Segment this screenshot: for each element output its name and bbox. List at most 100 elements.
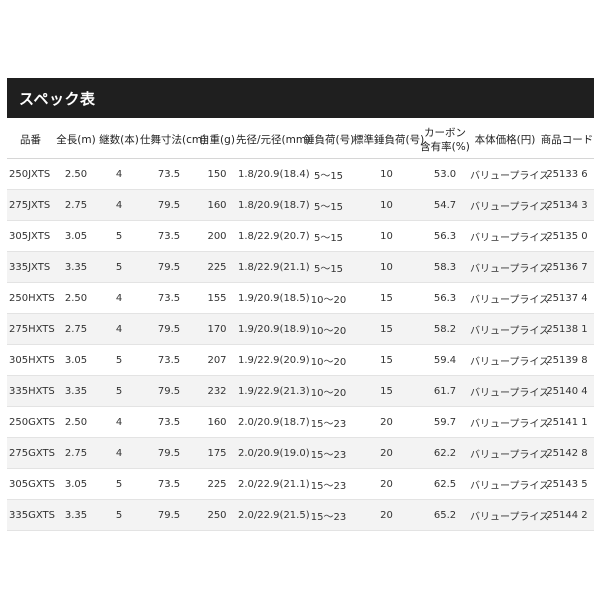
header-carbon-line2: 含有率(%) [420,141,470,153]
cell-price: バリュープライス [470,406,549,438]
cell-sinker-load: 5～15 [304,220,353,252]
cell-model: 275GXTS [7,437,55,469]
cell-length: 2.75 [54,437,98,469]
cell-carbon-content: 56.3 [420,220,470,252]
cell-tip-butt-diameter: 1.8/22.9(21.1) [236,251,310,283]
header-standard-sinker-load: 標準錘負荷(号) [353,122,424,159]
cell-length: 3.35 [54,251,98,283]
cell-carbon-content: 58.2 [420,313,470,345]
cell-weight: 150 [198,158,236,190]
cell-standard-sinker-load: 10 [353,251,420,283]
cell-closed-length: 79.5 [140,499,198,531]
cell-price: バリュープライス [470,344,549,376]
cell-carbon-content: 61.7 [420,375,470,407]
cell-model: 335GXTS [7,499,55,531]
cell-standard-sinker-load: 15 [353,375,420,407]
spec-table-body: 250JXTS 2.50 4 73.5 150 1.8/20.9(18.4) 5～15 10 5… [7,158,594,531]
cell-weight: 160 [198,406,236,438]
cell-sections: 4 [98,158,140,190]
table-row: 250GXTS 2.50 4 73.5 160 2.0/20.9(18.7) 15～23 20… [7,406,594,438]
cell-sinker-load: 10～20 [304,313,353,345]
cell-sinker-load: 15～23 [304,468,353,500]
table-row: 335GXTS 3.35 5 79.5 250 2.0/22.9(21.5) 15～23 20… [7,499,594,531]
cell-product-code: 25141 1 [540,406,594,438]
cell-price: バリュープライス [470,251,549,283]
cell-closed-length: 79.5 [140,189,198,221]
table-row: 275JXTS 2.75 4 79.5 160 1.8/20.9(18.7) 5～15 10 5… [7,189,594,221]
cell-carbon-content: 65.2 [420,499,470,531]
cell-standard-sinker-load: 20 [353,437,420,469]
cell-tip-butt-diameter: 1.9/20.9(18.9) [236,313,310,345]
cell-product-code: 25138 1 [540,313,594,345]
cell-product-code: 25137 4 [540,282,594,314]
cell-model: 275HXTS [7,313,55,345]
cell-closed-length: 73.5 [140,282,198,314]
cell-sections: 5 [98,375,140,407]
cell-length: 3.35 [54,499,98,531]
cell-product-code: 25139 8 [540,344,594,376]
table-row: 305GXTS 3.05 5 73.5 225 2.0/22.9(21.1) 15～23 20… [7,468,594,500]
header-carbon-line1: カーボン [424,127,466,139]
cell-carbon-content: 56.3 [420,282,470,314]
header-closed-length: 仕舞寸法(cm) [140,122,206,159]
header-sinker-load: 錘負荷(号) [304,122,354,159]
cell-closed-length: 79.5 [140,437,198,469]
table-row: 305HXTS 3.05 5 73.5 207 1.9/22.9(20.9) 10～20 15… [7,344,594,376]
cell-product-code: 25144 2 [540,499,594,531]
cell-weight: 250 [198,499,236,531]
cell-sinker-load: 5～15 [304,251,353,283]
cell-model: 250GXTS [7,406,55,438]
cell-product-code: 25140 4 [540,375,594,407]
cell-model: 305JXTS [7,220,54,252]
cell-standard-sinker-load: 20 [353,406,420,438]
cell-product-code: 25134 3 [540,189,594,221]
table-row: 250HXTS 2.50 4 73.5 155 1.9/20.9(18.5) 10～20 15… [7,282,594,314]
cell-tip-butt-diameter: 1.8/22.9(20.7) [236,220,310,252]
cell-product-code: 25135 0 [540,220,594,252]
header-product-code: 商品コード [540,122,594,159]
cell-price: バリュープライス [470,437,549,469]
cell-tip-butt-diameter: 1.9/20.9(18.5) [236,282,310,314]
cell-length: 2.50 [54,282,98,314]
cell-weight: 225 [198,468,236,500]
spec-table-title-text: スペック表 [19,89,96,108]
cell-closed-length: 73.5 [140,158,198,190]
cell-sections: 4 [98,437,140,469]
cell-model: 305GXTS [7,468,55,500]
cell-price: バリュープライス [470,499,549,531]
cell-carbon-content: 58.3 [420,251,470,283]
cell-tip-butt-diameter: 2.0/20.9(18.7) [236,406,310,438]
table-row: 275GXTS 2.75 4 79.5 175 2.0/20.9(19.0) 15～23 20… [7,437,594,469]
cell-weight: 175 [198,437,236,469]
cell-price: バリュープライス [470,313,549,345]
spec-table-title: スペック表 [7,78,594,118]
cell-tip-butt-diameter: 1.9/22.9(20.9) [236,344,310,376]
table-row: 250JXTS 2.50 4 73.5 150 1.8/20.9(18.4) 5～15 10 5… [7,158,594,190]
header-sections: 継数(本) [98,122,140,159]
table-row: 305JXTS 3.05 5 73.5 200 1.8/22.9(20.7) 5～15 10 5… [7,220,594,252]
cell-length: 3.05 [54,220,98,252]
cell-sinker-load: 10～20 [304,344,353,376]
cell-price: バリュープライス [470,282,549,314]
cell-sections: 4 [98,406,140,438]
spec-table-header-row: 品番 全長(m) 継数(本) 仕舞寸法(cm) 自重(g) 先径/元径(mm) … [7,122,594,159]
cell-weight: 160 [198,189,236,221]
cell-carbon-content: 62.2 [420,437,470,469]
cell-closed-length: 73.5 [140,406,198,438]
cell-product-code: 25142 8 [540,437,594,469]
cell-closed-length: 79.5 [140,375,198,407]
cell-length: 3.05 [54,344,98,376]
cell-product-code: 25133 6 [540,158,594,190]
cell-length: 3.05 [54,468,98,500]
cell-sections: 4 [98,189,140,221]
cell-standard-sinker-load: 20 [353,468,420,500]
cell-standard-sinker-load: 20 [353,499,420,531]
cell-sections: 5 [98,468,140,500]
cell-tip-butt-diameter: 1.8/20.9(18.7) [236,189,310,221]
cell-tip-butt-diameter: 2.0/22.9(21.1) [236,468,310,500]
cell-length: 2.75 [54,313,98,345]
cell-tip-butt-diameter: 1.8/20.9(18.4) [236,158,310,190]
table-row: 335JXTS 3.35 5 79.5 225 1.8/22.9(21.1) 5～15 10 5… [7,251,594,283]
cell-sinker-load: 10～20 [304,375,353,407]
cell-weight: 170 [198,313,236,345]
